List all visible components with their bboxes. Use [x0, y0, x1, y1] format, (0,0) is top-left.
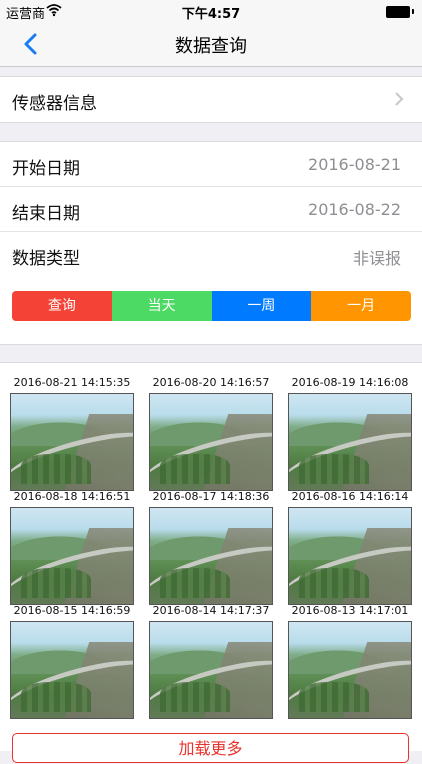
- photo-grid: 2016-08-21 14:15:35 2016-08-20 14:16:57 …: [0, 362, 422, 751]
- photo-timestamp: 2016-08-13 14:17:01: [291, 604, 409, 617]
- page-title: 数据查询: [175, 36, 247, 57]
- today-button[interactable]: 当天: [111, 291, 212, 321]
- camera-photo[interactable]: [10, 393, 134, 491]
- photo-timestamp: 2016-08-20 14:16:57: [152, 376, 270, 389]
- camera-photo[interactable]: [288, 393, 412, 491]
- photo-item[interactable]: 2016-08-15 14:16:59: [10, 603, 134, 719]
- photo-timestamp: 2016-08-16 14:16:14: [291, 490, 409, 503]
- photo-item[interactable]: 2016-08-21 14:15:35: [10, 375, 134, 491]
- photo-timestamp: 2016-08-21 14:15:35: [13, 376, 131, 389]
- start-date-label: 开始日期: [12, 159, 80, 179]
- sensor-info-group: 传感器信息: [0, 76, 422, 123]
- photo-item[interactable]: 2016-08-13 14:17:01: [288, 603, 412, 719]
- status-time: 下午4:57: [181, 7, 241, 22]
- photo-timestamp: 2016-08-17 14:18:36: [152, 490, 270, 503]
- query-button[interactable]: 查询: [12, 291, 112, 321]
- start-date-row[interactable]: 开始日期 2016-08-21: [0, 142, 422, 187]
- photo-item[interactable]: 2016-08-16 14:16:14: [288, 489, 412, 605]
- photo-item[interactable]: 2016-08-18 14:16:51: [10, 489, 134, 605]
- camera-photo[interactable]: [288, 621, 412, 719]
- query-segmented-control: 查询 当天 一周 一月: [12, 291, 411, 321]
- photo-timestamp: 2016-08-19 14:16:08: [291, 376, 409, 389]
- status-bar: 运营商 下午4:57: [0, 0, 422, 22]
- end-date-row[interactable]: 结束日期 2016-08-22: [0, 187, 422, 232]
- camera-photo[interactable]: [10, 621, 134, 719]
- data-type-label: 数据类型: [12, 249, 80, 269]
- photo-item[interactable]: 2016-08-14 14:17:37: [149, 603, 273, 719]
- photo-timestamp: 2016-08-18 14:16:51: [13, 490, 131, 503]
- end-date-label: 结束日期: [12, 204, 80, 224]
- camera-photo[interactable]: [10, 507, 134, 605]
- photo-item[interactable]: 2016-08-19 14:16:08: [288, 375, 412, 491]
- sensor-info-row[interactable]: 传感器信息: [0, 77, 422, 122]
- sensor-info-label: 传感器信息: [12, 94, 97, 114]
- start-date-value[interactable]: 2016-08-21: [308, 155, 401, 174]
- photo-item[interactable]: 2016-08-20 14:16:57: [149, 375, 273, 491]
- data-type-row[interactable]: 数据类型 非误报: [0, 232, 422, 277]
- load-more-button[interactable]: 加载更多: [12, 733, 409, 763]
- camera-photo[interactable]: [288, 507, 412, 605]
- end-date-value[interactable]: 2016-08-22: [308, 200, 401, 219]
- photo-item[interactable]: 2016-08-17 14:18:36: [149, 489, 273, 605]
- navigation-bar: 数据查询: [0, 22, 422, 67]
- month-button[interactable]: 一月: [311, 291, 411, 321]
- camera-photo[interactable]: [149, 621, 273, 719]
- camera-photo[interactable]: [149, 393, 273, 491]
- photo-timestamp: 2016-08-14 14:17:37: [152, 604, 270, 617]
- data-type-value[interactable]: 非误报: [353, 245, 401, 269]
- week-button[interactable]: 一周: [211, 291, 312, 321]
- photo-timestamp: 2016-08-15 14:16:59: [13, 604, 131, 617]
- chevron-right-icon: [395, 92, 404, 106]
- battery-tip: [412, 9, 414, 14]
- battery-icon: [386, 6, 410, 18]
- camera-photo[interactable]: [149, 507, 273, 605]
